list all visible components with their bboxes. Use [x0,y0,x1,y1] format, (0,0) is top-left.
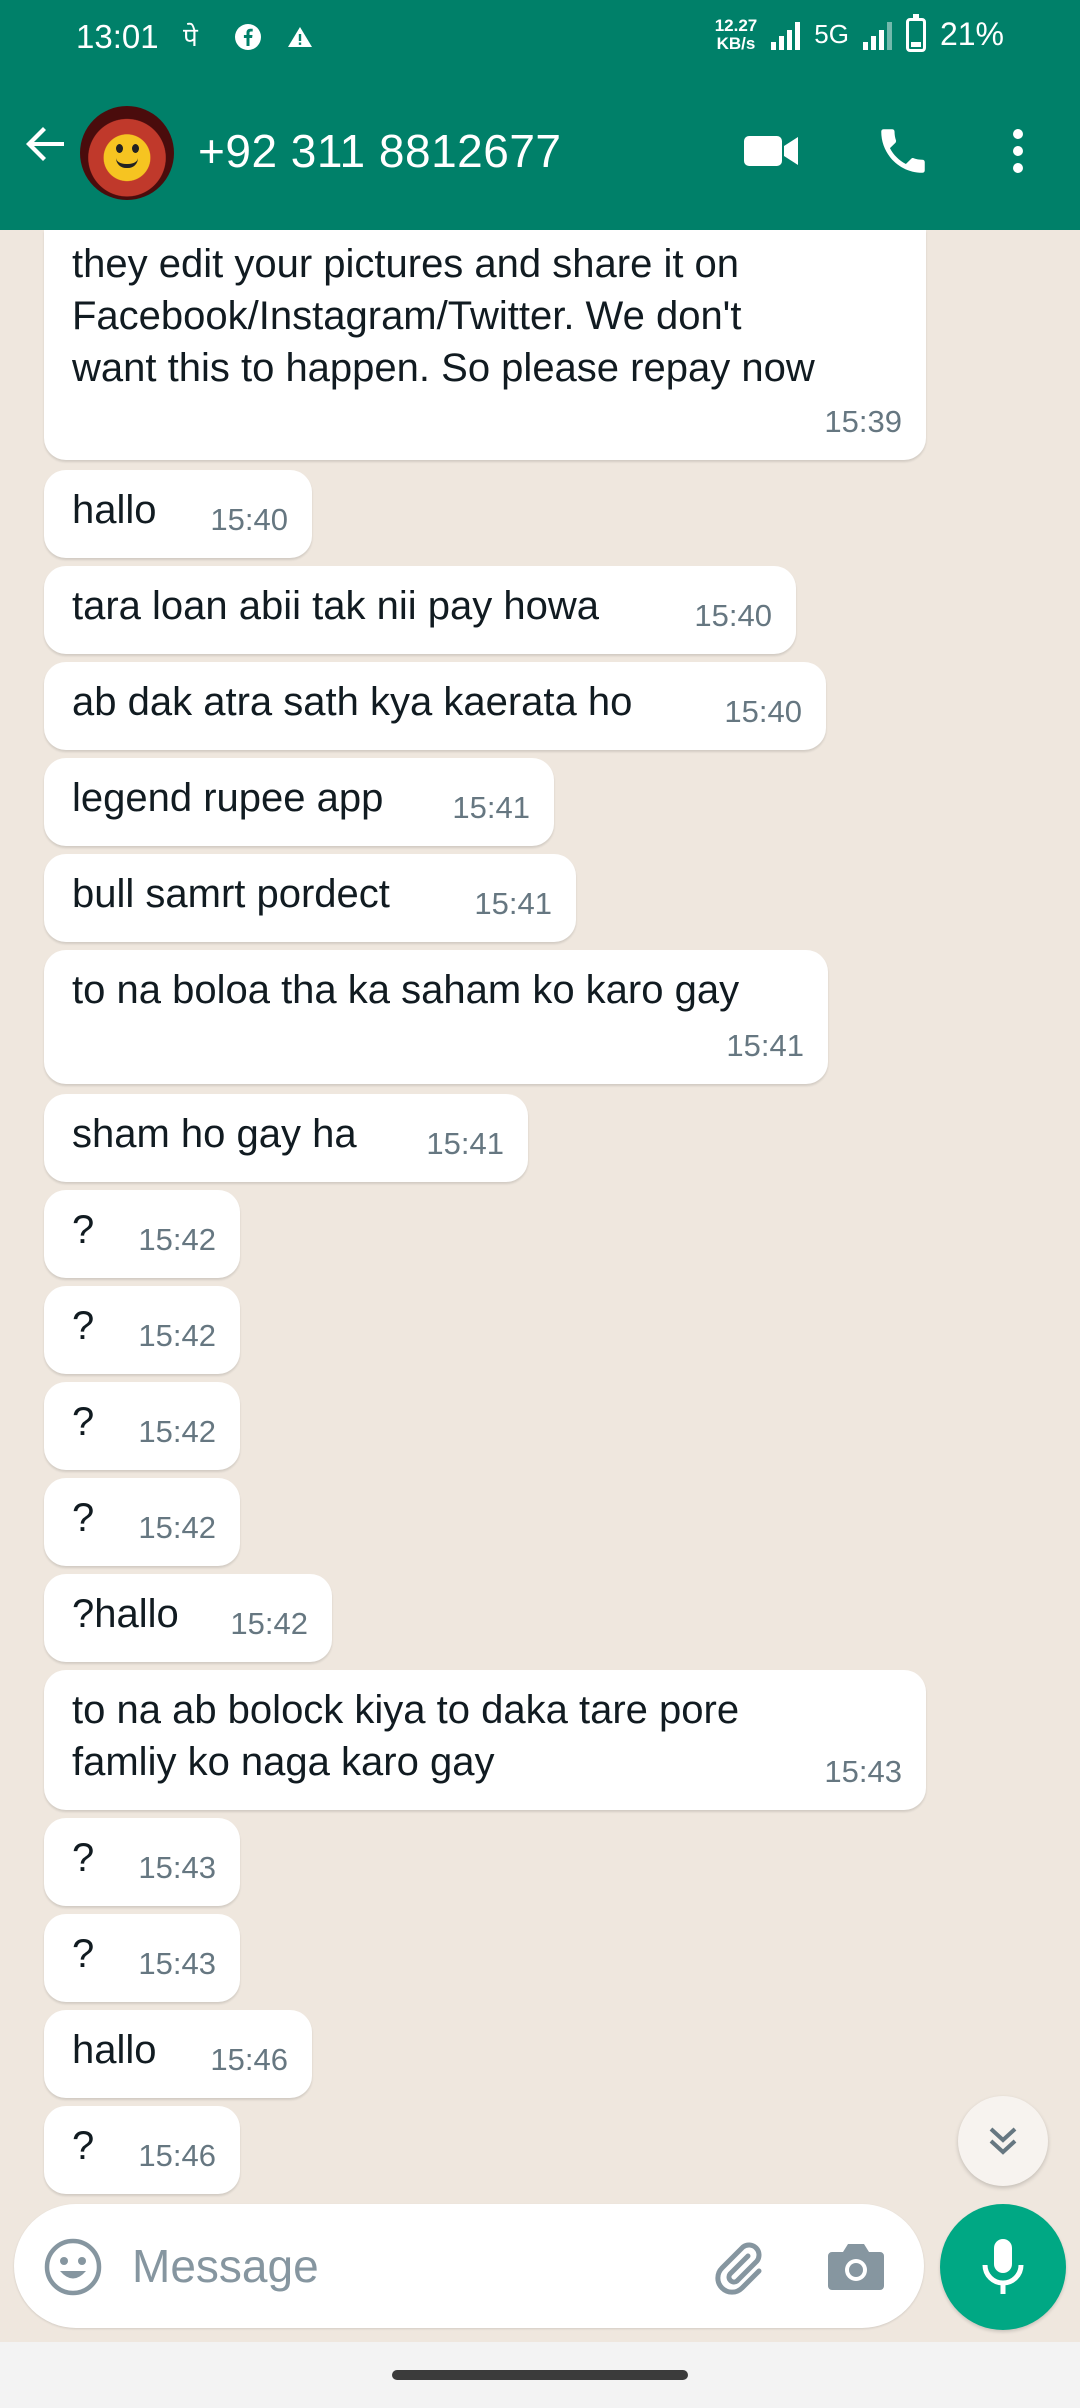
message-text: ? [72,1836,95,1880]
message-time: 15:41 [474,886,552,921]
message-input[interactable] [132,2234,692,2298]
message-bubble[interactable]: ? 15:42 [44,1478,240,1566]
message-text: ? [72,1208,95,1252]
message-bubble[interactable]: ? 15:43 [44,1914,240,2002]
video-call-button[interactable] [742,122,800,180]
message-bubble[interactable]: hallo 15:46 [44,2010,312,2098]
message-bubble[interactable]: ?hallo 15:42 [44,1574,332,1662]
message-bubble[interactable]: ? 15:42 [44,1190,240,1278]
video-camera-icon [744,136,798,166]
message-text: sham ho gay ha [72,1112,357,1156]
avatar-eye-left [116,144,123,153]
message-time: 15:42 [230,1606,308,1641]
paperclip-icon [715,2242,762,2295]
message-time: 15:42 [138,1510,216,1545]
contact-name[interactable]: +92 311 8812677 [198,124,562,178]
message-composer [14,2204,924,2328]
message-text: ? [72,1932,95,1976]
system-nav-bar [0,2342,1080,2408]
message-text: hallo [72,488,157,532]
message-text: ? [72,1304,95,1348]
message-bubble[interactable]: ? 15:43 [44,1818,240,1906]
status-time: 13:01 [76,18,159,55]
message-text: to na ab bolock kiya to daka tare pore f… [72,1688,740,1784]
message-bubble[interactable]: ? 15:42 [44,1286,240,1374]
message-text: ?hallo [72,1592,179,1636]
message-time: 15:42 [138,1414,216,1449]
status-left: 13:01 पे [76,18,315,56]
message-bubble[interactable]: sham ho gay ha 15:41 [44,1094,528,1182]
message-time: 15:41 [452,790,530,825]
message-text: tara loan abii tak nii pay howa [72,584,599,628]
status-right: 12.27 KB/s 5G 21% [714,13,1004,53]
chat-messages: they edit your pictures and share it on … [0,230,1080,2342]
status-bar: 13:01 पे 12.27 KB/s 5G 21% [0,0,1080,78]
message-bubble[interactable]: ? 15:46 [44,2106,240,2194]
battery-icon [905,13,926,52]
message-bubble[interactable]: bull samrt pordect 15:41 [44,854,576,942]
double-chevron-down-icon [989,2127,1017,2155]
message-text: ? [72,1400,95,1444]
emoji-icon [44,2238,102,2296]
alert-icon [285,22,315,52]
message-time: 15:43 [138,1850,216,1885]
signal-icon [771,20,801,50]
message-time: 15:43 [824,1754,902,1789]
svg-text:पे: पे [183,22,199,52]
chat-header: +92 311 8812677 [0,78,1080,230]
more-vertical-icon [1013,129,1023,173]
message-time: 15:40 [694,598,772,633]
more-options-button[interactable] [1000,122,1036,180]
home-gesture-bar[interactable] [392,2370,688,2380]
message-time: 15:41 [726,1028,804,1063]
message-time: 15:39 [824,404,902,439]
camera-icon [828,2244,884,2290]
avatar-mouth [116,158,138,168]
network-type: 5G [814,19,849,49]
attach-button[interactable] [706,2234,770,2298]
phone-icon [881,129,925,173]
message-bubble[interactable]: ab dak atra sath kya kaerata ho 15:40 [44,662,826,750]
message-text: ab dak atra sath kya kaerata ho [72,680,633,724]
voice-call-button[interactable] [874,122,932,180]
signal-icon-2 [862,20,892,50]
message-text: they edit your pictures and share it on … [72,242,815,390]
message-time: 15:42 [138,1318,216,1353]
message-text: legend rupee app [72,776,384,820]
camera-button[interactable] [826,2238,886,2294]
facebook-icon [233,22,263,52]
pe-icon: पे [181,22,211,52]
emoji-button[interactable] [42,2236,104,2298]
message-bubble[interactable]: ? 15:42 [44,1382,240,1470]
message-bubble[interactable]: hallo 15:40 [44,470,312,558]
scroll-to-bottom-button[interactable] [958,2096,1048,2186]
message-time: 15:43 [138,1946,216,1981]
message-bubble[interactable]: tara loan abii tak nii pay howa 15:40 [44,566,796,654]
message-text: ? [72,2124,95,2168]
message-bubble[interactable]: legend rupee app 15:41 [44,758,554,846]
message-text: bull samrt pordect [72,872,390,916]
message-time: 15:46 [138,2138,216,2173]
avatar-eye-right [132,144,139,153]
message-bubble[interactable]: to na boloa tha ka saham ko karo gay 15:… [44,950,828,1084]
net-speed-unit: KB/s [716,33,756,53]
net-speed-value: 12.27 [714,15,758,35]
message-time: 15:41 [426,1126,504,1161]
message-text: to na boloa tha ka saham ko karo gay [72,968,740,1012]
message-text: ? [72,1496,95,1540]
arrow-left-icon [26,127,64,161]
voice-record-button[interactable] [940,2204,1066,2330]
net-speed: 12.27 KB/s [714,15,758,53]
message-bubble[interactable]: to na ab bolock kiya to daka tare pore f… [44,1670,926,1810]
message-time: 15:46 [210,2042,288,2077]
microphone-icon [982,2239,1024,2294]
message-time: 15:40 [724,694,802,729]
message-time: 15:40 [210,502,288,537]
message-text: hallo [72,2028,157,2072]
message-bubble[interactable]: they edit your pictures and share it on … [44,230,926,460]
avatar[interactable] [80,106,174,200]
battery-level: 21% [939,16,1004,52]
message-time: 15:42 [138,1222,216,1257]
back-button[interactable] [18,116,74,172]
